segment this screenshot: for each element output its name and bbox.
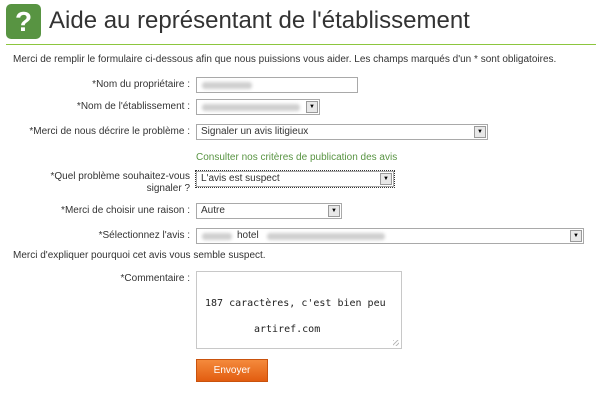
reason-value: Autre [201, 205, 225, 216]
comment-line-1: 187 caractères, c'est bien peu [205, 298, 386, 309]
redacted-review-title [267, 233, 385, 240]
reason-select[interactable]: Autre ▼ [196, 203, 342, 219]
comment-line-2: artiref.com [254, 324, 321, 335]
redacted-review-prefix [202, 233, 232, 240]
redacted-establishment [202, 104, 300, 111]
problem-select[interactable]: Signaler un avis litigieux ▼ [196, 124, 488, 140]
report-type-label-line2: signaler ? [146, 183, 190, 194]
owner-name-label: *Nom du propriétaire : [92, 79, 190, 90]
chevron-down-icon: ▼ [380, 173, 392, 185]
intro-text: Merci de remplir le formulaire ci-dessou… [13, 54, 557, 65]
problem-value: Signaler un avis litigieux [201, 126, 309, 137]
criteria-link[interactable]: Consulter nos critères de publication de… [196, 152, 397, 163]
chevron-down-icon: ▼ [328, 205, 340, 217]
resize-grip-icon[interactable] [393, 340, 399, 346]
redacted-owner-name [202, 82, 252, 89]
problem-label: *Merci de nous décrire le problème : [29, 126, 190, 137]
question-mark-icon: ? [6, 4, 41, 39]
comment-label: *Commentaire : [120, 273, 190, 284]
comment-textarea[interactable]: 187 caractères, c'est bien peu artiref.c… [196, 271, 402, 349]
submit-button[interactable]: Envoyer [196, 359, 268, 382]
establishment-select[interactable]: ▼ [196, 99, 320, 115]
owner-name-input[interactable] [196, 77, 358, 93]
report-type-value: L'avis est suspect [201, 173, 280, 184]
review-select[interactable]: hotel ▼ [196, 228, 584, 244]
review-value: hotel [237, 230, 259, 241]
establishment-label: *Nom de l'établissement : [76, 101, 190, 112]
chevron-down-icon: ▼ [570, 230, 582, 242]
report-type-label-line1: *Quel problème souhaitez-vous [50, 171, 190, 182]
explain-text: Merci d'expliquer pourquoi cet avis vous… [13, 250, 266, 261]
header-divider [6, 44, 596, 45]
page-header: ? Aide au représentant de l'établissemen… [6, 4, 596, 44]
chevron-down-icon: ▼ [306, 101, 318, 113]
report-type-select[interactable]: L'avis est suspect ▼ [195, 170, 395, 188]
chevron-down-icon: ▼ [474, 126, 486, 138]
reason-label: *Merci de choisir une raison : [61, 205, 190, 216]
review-label: *Sélectionnez l'avis : [98, 230, 190, 241]
page-title: Aide au représentant de l'établissement [49, 7, 470, 34]
